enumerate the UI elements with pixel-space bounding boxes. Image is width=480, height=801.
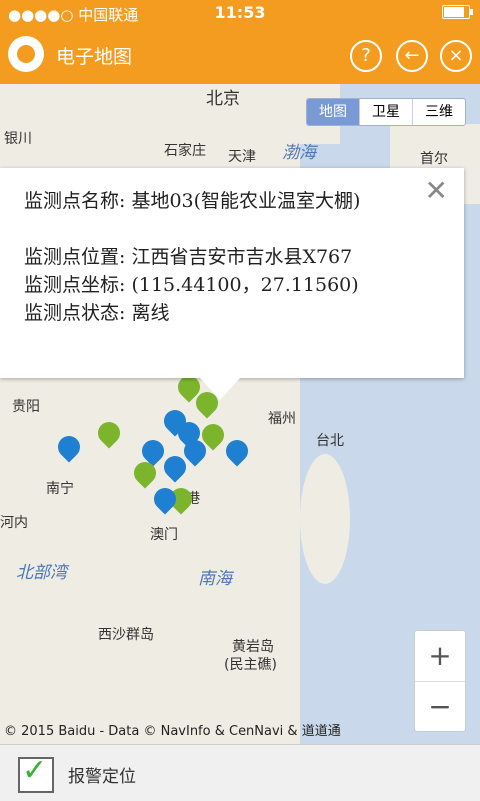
status-bar: ●●●●○ 中国联通 11:53 [0, 0, 480, 26]
check-icon: ✓ [22, 753, 48, 788]
map-label: 首尔 [420, 151, 448, 167]
map-label: 贵阳 [12, 399, 40, 415]
map-label: (民主礁) [224, 657, 277, 673]
alarm-locate-checkbox[interactable]: ✓ [18, 753, 54, 793]
map-label: 北京 [206, 89, 240, 109]
map-label: 渤海 [282, 143, 316, 163]
tab-satellite[interactable]: 卫星 [359, 99, 412, 125]
map-label: 福州 [268, 411, 296, 427]
zoom-control: + − [414, 630, 466, 732]
close-button[interactable]: × [440, 40, 472, 72]
taiwan-island [300, 454, 350, 584]
back-button[interactable]: ← [396, 40, 428, 72]
monitor-pin[interactable] [98, 422, 120, 452]
page-title: 电子地图 [56, 46, 133, 68]
monitor-pin[interactable] [134, 462, 156, 492]
map-label: 南宁 [46, 481, 74, 497]
monitor-pin[interactable] [58, 436, 80, 466]
map-label: 南海 [198, 569, 232, 589]
map-type-switch: 地图 卫星 三维 [306, 98, 466, 126]
info-popup: ✕ 监测点名称: 基地03(智能农业温室大棚) 监测点位置: 江西省吉安市吉水县… [0, 168, 464, 378]
monitor-pin[interactable] [184, 440, 206, 470]
map-label: 石家庄 [164, 143, 206, 159]
monitor-pin[interactable] [226, 440, 248, 470]
map-label: 银川 [4, 131, 32, 147]
zoom-out-button[interactable]: − [415, 682, 465, 732]
map-label: 天津 [228, 149, 256, 165]
land-area [0, 524, 110, 744]
map-label: 西沙群岛 [98, 627, 154, 643]
help-button[interactable]: ? [350, 40, 382, 72]
tab-3d[interactable]: 三维 [412, 99, 465, 125]
app-header: 电子地图 ? ← × [0, 26, 480, 84]
monitor-coordinates: 监测点坐标: (115.44100，27.11560) [24, 274, 359, 296]
map-label: 北部湾 [16, 563, 67, 583]
monitor-pin[interactable] [154, 488, 176, 518]
alarm-locate-label: 报警定位 [68, 767, 136, 787]
battery-icon [442, 5, 473, 19]
monitor-pin[interactable] [164, 456, 186, 486]
map-label: 河内 [0, 515, 28, 531]
zoom-in-button[interactable]: + [415, 631, 465, 682]
map-label: 台北 [316, 433, 344, 449]
monitor-status: 监测点状态: 离线 [24, 302, 170, 324]
monitor-name: 监测点名称: 基地03(智能农业温室大棚) [24, 190, 361, 212]
map-label: 澳门 [150, 527, 178, 543]
tab-map[interactable]: 地图 [307, 99, 359, 125]
app-logo-icon [8, 36, 44, 72]
map-label: 黄岩岛 [232, 639, 274, 655]
map-copyright: © 2015 Baidu - Data © NavInfo & CenNavi … [4, 724, 341, 739]
clock: 11:53 [214, 3, 266, 22]
popup-pointer [200, 378, 240, 400]
bottom-bar: ✓ 报警定位 [0, 744, 480, 801]
monitor-location: 监测点位置: 江西省吉安市吉水县X767 [24, 246, 353, 268]
